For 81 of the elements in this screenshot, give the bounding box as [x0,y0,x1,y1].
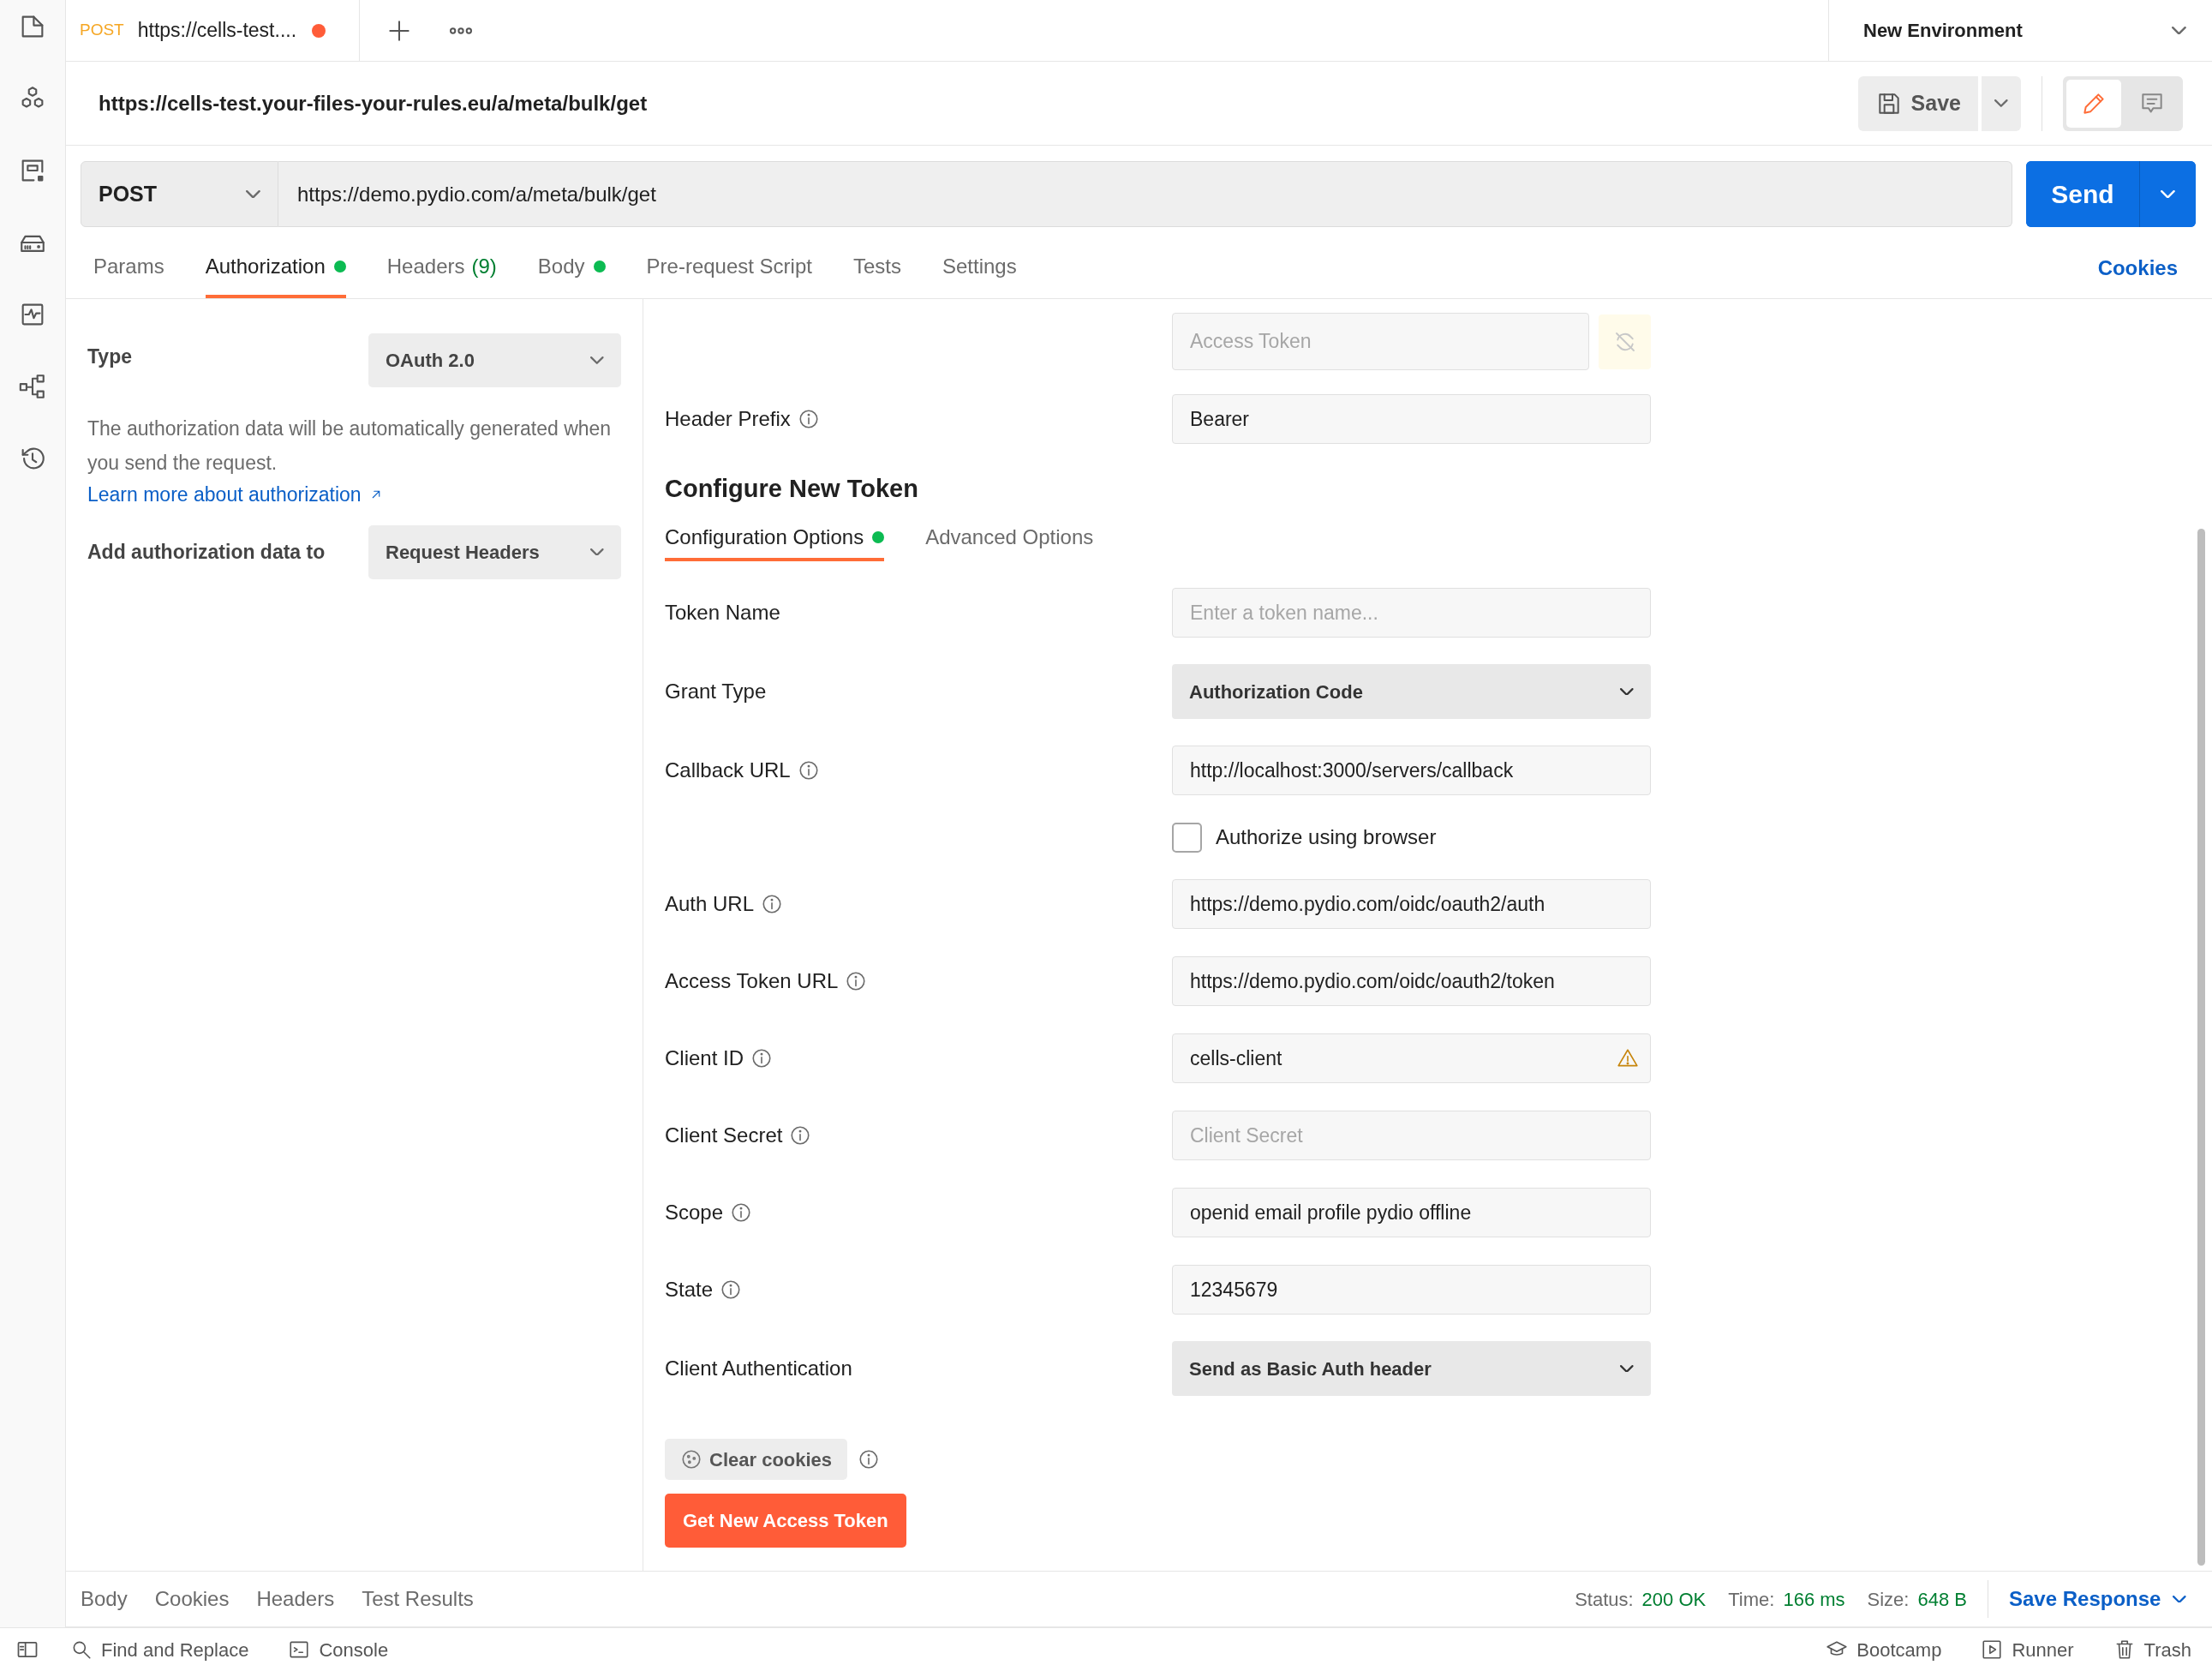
learn-more-link[interactable]: Learn more about authorization [87,480,384,510]
checkbox-label: Authorize using browser [1216,824,1437,850]
cookie-icon [680,1448,702,1470]
add-to-dropdown[interactable]: Request Headers [368,524,621,579]
text-field[interactable]: cells-client [1172,1033,1651,1083]
request-tab[interactable]: Headers (9) [386,237,497,298]
checkbox[interactable] [1172,822,1202,853]
access-token-field[interactable]: Access Token [1172,313,1589,370]
footer-item[interactable]: Bootcamp [1826,1635,1942,1664]
field-label: Client Secret [665,1123,783,1148]
chevron-down-icon [590,356,604,364]
text-field[interactable]: http://localhost:3000/servers/callback [1172,746,1651,795]
save-response-button[interactable]: Save Response [2009,1584,2186,1614]
cookies-link[interactable]: Cookies [2097,252,2178,284]
field-label: State [665,1277,714,1303]
stat-label: Size: [1867,1587,1910,1612]
method-label: POST [80,20,124,41]
footer-item[interactable]: Console [288,1635,389,1664]
description: The authorization data will be automatically generated when you send the request. [87,416,613,476]
stat-value: 200 OK [1641,1587,1707,1612]
tab-title: https://cells-test.... [137,18,297,44]
request-tab[interactable]: Settings [942,237,1017,298]
text-field[interactable]: Enter a token name... [1172,588,1651,638]
clear-cookies-button[interactable]: Clear cookies [665,1439,848,1480]
type-label: Type [87,344,132,369]
environment-dropdown[interactable]: New Environment [1828,0,2212,61]
text-field[interactable]: openid email profile pydio offline [1172,1188,1651,1237]
config-tab[interactable]: Advanced Options [925,517,1094,561]
field-label: Header Prefix [665,406,791,432]
stat-value: 166 ms [1783,1587,1845,1612]
request-tab[interactable]: Params [93,237,164,298]
chevron-down-icon [2161,189,2175,199]
footer-item[interactable]: Find and Replace [70,1635,249,1664]
chevron-down-icon [2172,26,2186,35]
request-tab[interactable]: Authorization [205,237,346,298]
flow-icon[interactable] [18,372,47,401]
field-label: Auth URL [665,891,755,917]
stat-value: 648 B [1917,1587,1967,1612]
field-label: Client ID [665,1045,744,1071]
text-field[interactable]: Client Secret [1172,1111,1651,1160]
response-tab[interactable]: Cookies [154,1584,230,1614]
chevron-down-icon [1620,1364,1634,1373]
runner-icon [1981,1638,2004,1661]
chevron-down-icon [2173,1595,2186,1603]
select-dropdown[interactable]: Send as Basic Auth header [1172,1341,1651,1396]
add-to-label: Add authorization data to [87,539,326,565]
field-label: Grant Type [665,679,767,704]
chevron-down-icon [1620,687,1634,696]
edit-button[interactable] [2066,79,2121,128]
type-dropdown[interactable]: OAuth 2.0 [368,333,621,387]
section-title: Configure New Token [665,474,919,504]
chevron-down-icon [246,189,260,199]
request-tab[interactable]: Body [537,237,606,298]
scrollbar-thumb[interactable] [2197,529,2205,1566]
request-name: https://cells-test.your-files-your-rules.eu/a/meta/bulk/get [99,90,649,117]
chevron-down-icon [590,548,604,556]
footer-item[interactable]: Runner [1981,1635,2074,1664]
text-field[interactable]: https://demo.pydio.com/oidc/oauth2/auth [1172,879,1651,929]
response-tab[interactable]: Headers [256,1584,335,1614]
field-label: Access Token URL [665,968,839,994]
request-tab[interactable]: Pre-request Script [646,237,812,298]
response-tab[interactable]: Test Results [362,1584,474,1614]
chevron-down-icon [1994,99,2008,107]
request-tab[interactable]: Tests [852,237,901,298]
field-label: Callback URL [665,758,791,783]
save-button[interactable]: Save [1857,75,1978,131]
stat-label: Time: [1728,1587,1775,1612]
stat-label: Status: [1575,1587,1634,1612]
select-dropdown[interactable]: Authorization Code [1172,664,1651,719]
config-tab[interactable]: Configuration Options [665,517,885,561]
footer-item[interactable]: Trash [2113,1635,2191,1664]
url-field[interactable]: https://demo.pydio.com/a/meta/bulk/get [278,161,2012,227]
text-field[interactable]: https://demo.pydio.com/oidc/oauth2/token [1172,956,1651,1006]
header-prefix-field[interactable]: Bearer [1172,394,1651,444]
field-label: Scope [665,1200,724,1225]
field-label: Client Authentication [665,1356,852,1381]
response-tab[interactable]: Body [81,1584,128,1614]
count: (9) [471,253,497,279]
method-dropdown[interactable]: POST [81,161,278,227]
text-field[interactable]: 12345679 [1172,1265,1651,1315]
field-label: Token Name [665,600,780,626]
